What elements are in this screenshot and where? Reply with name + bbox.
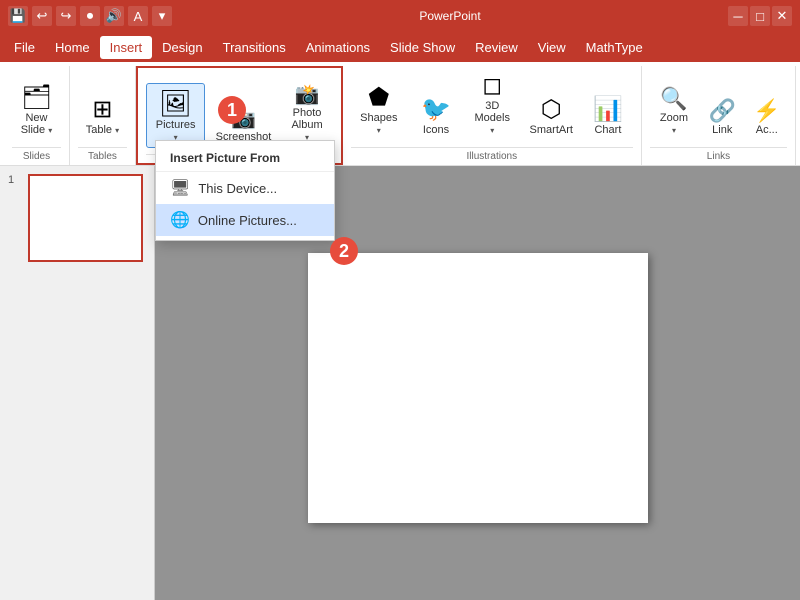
photo-album-label: PhotoAlbum ▾ — [288, 107, 325, 143]
record-icon[interactable]: ⏺ — [80, 6, 100, 26]
menu-slideshow[interactable]: Slide Show — [380, 36, 465, 59]
menu-transitions[interactable]: Transitions — [213, 36, 296, 59]
online-icon: 🌐 — [170, 210, 190, 230]
links-group-label: Links — [650, 147, 787, 165]
close-icon[interactable]: ✕ — [772, 6, 792, 26]
pictures-button[interactable]: 🖼 Pictures ▾ — [146, 83, 205, 148]
slide-panel: 1 — [0, 166, 155, 600]
more-icon[interactable]: ▾ — [152, 6, 172, 26]
shapes-button[interactable]: ⬟ Shapes ▾ — [351, 78, 407, 141]
this-device-label: This Device... — [198, 181, 277, 196]
icons-label: Icons — [423, 124, 449, 136]
3d-models-button[interactable]: ◻ 3DModels ▾ — [465, 66, 520, 141]
smartart-label: SmartArt — [530, 124, 573, 136]
photo-album-button[interactable]: 📸 PhotoAlbum ▾ — [281, 77, 332, 148]
zoom-icon: 🔍 — [660, 86, 687, 112]
tables-group-label: Tables — [78, 147, 127, 165]
menu-insert[interactable]: Insert — [100, 36, 153, 59]
redo-icon[interactable]: ↪ — [56, 6, 76, 26]
device-icon: 🖥 — [170, 178, 190, 198]
chart-icon: 📊 — [593, 95, 623, 124]
pictures-icon: 🖼 — [159, 88, 192, 119]
minimize-icon[interactable]: ─ — [728, 6, 748, 26]
3d-models-label: 3DModels ▾ — [472, 100, 513, 136]
menu-review[interactable]: Review — [465, 36, 528, 59]
font-icon[interactable]: A — [128, 6, 148, 26]
link-label: Link — [712, 124, 732, 136]
chart-button[interactable]: 📊 Chart — [583, 90, 633, 141]
table-icon: ⊞ — [92, 98, 112, 122]
action-label: Ac... — [756, 124, 778, 136]
menu-file[interactable]: File — [4, 36, 45, 59]
3d-models-icon: ◻ — [482, 71, 502, 100]
menu-home[interactable]: Home — [45, 36, 100, 59]
save-icon[interactable]: 💾 — [8, 6, 28, 26]
smartart-icon: ⬡ — [541, 95, 562, 124]
ribbon-group-tables: ⊞ Table ▾ Tables — [70, 66, 136, 165]
new-slide-label: NewSlide ▾ — [21, 112, 53, 136]
maximize-icon[interactable]: □ — [750, 6, 770, 26]
icons-button[interactable]: 🐦 Icons — [411, 90, 461, 141]
ribbon-group-links: 🔍 Zoom ▾ 🔗 Link ⚡ Ac... Links — [642, 66, 796, 165]
new-slide-icon: 🗂 — [21, 86, 51, 110]
slides-group-label: Slides — [12, 147, 61, 165]
zoom-button[interactable]: 🔍 Zoom ▾ — [650, 81, 698, 141]
menu-design[interactable]: Design — [152, 36, 212, 59]
icons-icon: 🐦 — [421, 95, 451, 124]
step-2-badge: 2 — [330, 237, 358, 265]
dropdown-header: Insert Picture From — [156, 145, 334, 172]
slide-number: 1 — [8, 174, 24, 186]
title-bar-icons: 💾 ↩ ↪ ⏺ 🔊 A ▾ — [8, 6, 172, 26]
new-slide-button[interactable]: 🗂 NewSlide ▾ — [11, 81, 61, 141]
action-button[interactable]: ⚡ Ac... — [747, 93, 788, 141]
title-bar: 💾 ↩ ↪ ⏺ 🔊 A ▾ PowerPoint ─ □ ✕ — [0, 0, 800, 32]
step-1-badge: 1 — [218, 96, 246, 124]
menu-mathtype[interactable]: MathType — [576, 36, 653, 59]
slide-thumbnail[interactable] — [28, 174, 143, 262]
online-pictures-label: Online Pictures... — [198, 213, 297, 228]
illustrations-group-label: Illustrations — [351, 147, 633, 165]
shapes-label: Shapes ▾ — [358, 112, 400, 136]
table-label: Table ▾ — [86, 124, 119, 136]
menu-view[interactable]: View — [528, 36, 576, 59]
chart-label: Chart — [594, 124, 621, 136]
photo-album-icon: 📸 — [295, 82, 320, 107]
title-text: PowerPoint — [419, 9, 480, 23]
table-button[interactable]: ⊞ Table ▾ — [77, 93, 127, 141]
online-pictures-item[interactable]: 🌐 Online Pictures... — [156, 204, 334, 236]
action-icon: ⚡ — [753, 98, 780, 124]
menu-bar: File Home Insert Design Transitions Anim… — [0, 32, 800, 62]
ribbon-group-illustrations: ⬟ Shapes ▾ 🐦 Icons ◻ 3DModels ▾ ⬡ SmartA… — [343, 66, 642, 165]
audio-icon[interactable]: 🔊 — [104, 6, 124, 26]
zoom-label: Zoom ▾ — [657, 112, 691, 136]
slide-main[interactable] — [308, 253, 648, 523]
link-button[interactable]: 🔗 Link — [702, 93, 743, 141]
ribbon-group-slides: 🗂 NewSlide ▾ Slides — [4, 66, 70, 165]
this-device-item[interactable]: 🖥 This Device... — [156, 172, 334, 204]
menu-animations[interactable]: Animations — [296, 36, 380, 59]
bottom-section: 1 — [0, 166, 800, 600]
insert-picture-dropdown: Insert Picture From 🖥 This Device... 🌐 O… — [155, 140, 335, 241]
ribbon: 🗂 NewSlide ▾ Slides ⊞ Table ▾ Tables 🖼 P — [0, 62, 800, 166]
slide-thumb-row: 1 — [8, 174, 146, 262]
smartart-button[interactable]: ⬡ SmartArt — [524, 90, 579, 141]
link-icon: 🔗 — [709, 98, 736, 124]
undo-icon[interactable]: ↩ — [32, 6, 52, 26]
shapes-icon: ⬟ — [368, 83, 389, 112]
